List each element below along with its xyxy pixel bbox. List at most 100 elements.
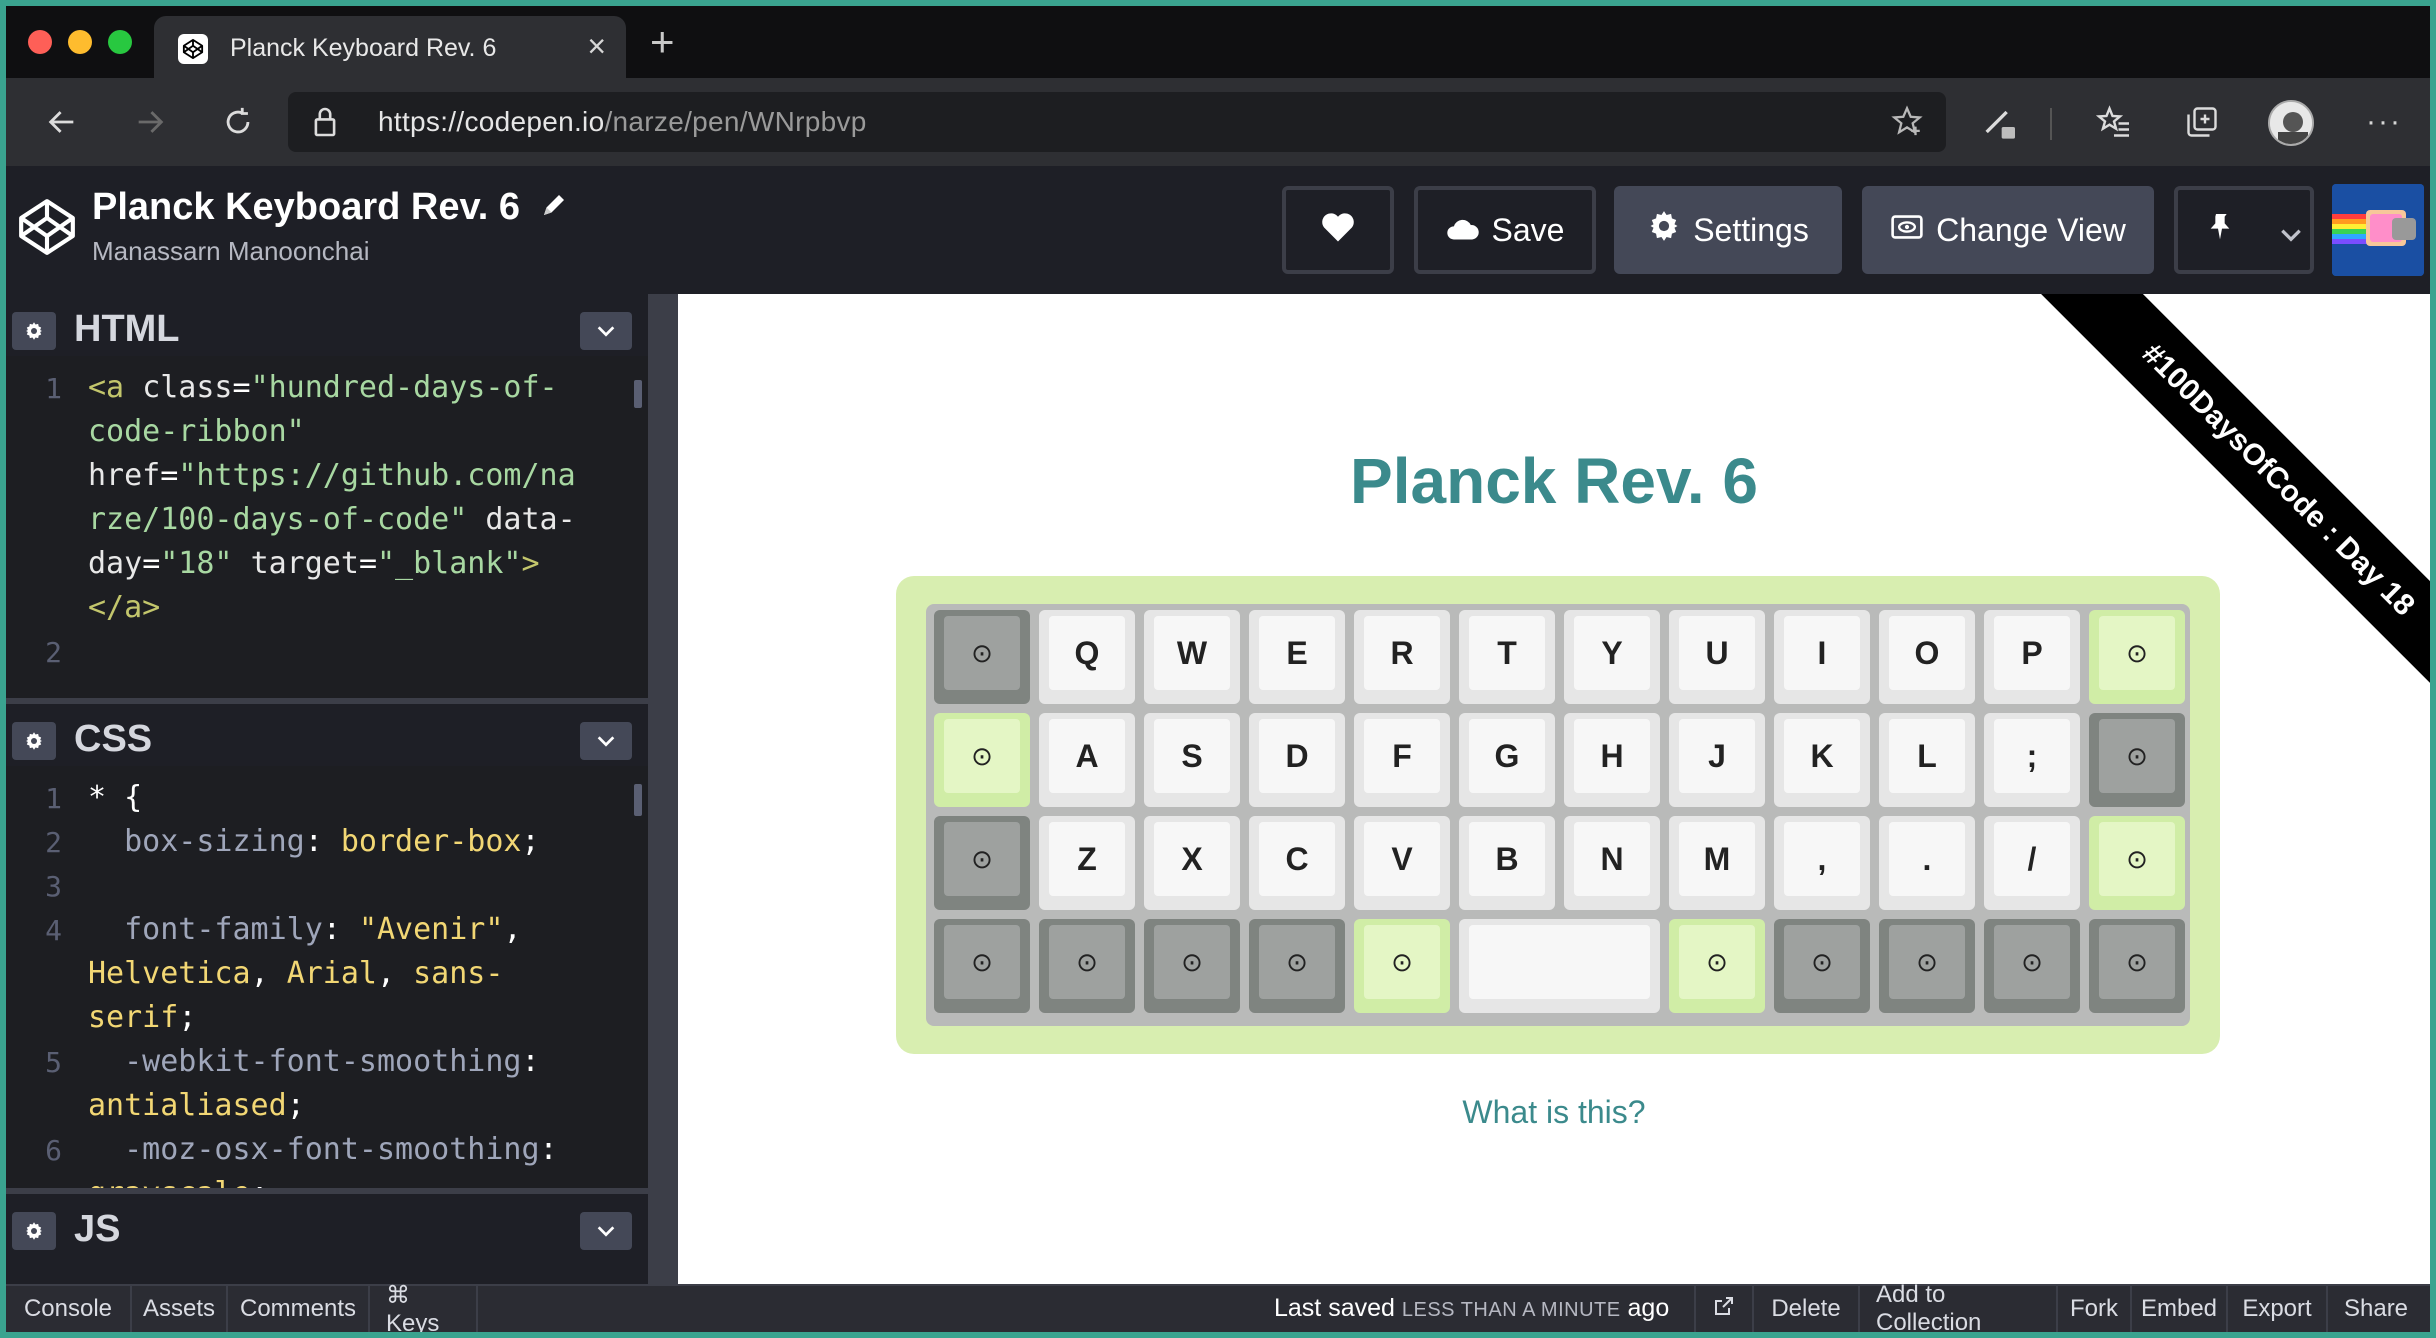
key-/[interactable]: /	[1984, 816, 2080, 910]
key-dot-icon[interactable]: ⊙	[2089, 919, 2185, 1013]
favorite-star-icon[interactable]	[1890, 104, 1924, 143]
keys-button[interactable]: ⌘ Keys	[370, 1282, 478, 1332]
key-W[interactable]: W	[1144, 610, 1240, 704]
key-Y[interactable]: Y	[1564, 610, 1660, 704]
key-dot-icon[interactable]: ⊙	[934, 919, 1030, 1013]
love-button[interactable]	[1282, 186, 1394, 274]
key-T[interactable]: T	[1459, 610, 1555, 704]
codepen-logo-icon[interactable]	[16, 196, 78, 263]
key-O[interactable]: O	[1879, 610, 1975, 704]
key-D[interactable]: D	[1249, 713, 1345, 807]
key-Z[interactable]: Z	[1039, 816, 1135, 910]
html-settings-gear-icon[interactable]	[12, 312, 56, 350]
add-to-collection-button[interactable]: Add to Collection	[1860, 1281, 2058, 1332]
key-dot-icon[interactable]: ⊙	[2089, 610, 2185, 704]
minimize-window-button[interactable]	[68, 30, 92, 54]
codepen-favicon-icon	[178, 34, 208, 64]
css-pane-chevron-down-icon[interactable]	[580, 722, 632, 760]
css-editor-scrollbar[interactable]	[634, 784, 642, 816]
key-dot-icon[interactable]: ⊙	[2089, 816, 2185, 910]
key-P[interactable]: P	[1984, 610, 2080, 704]
js-settings-gear-icon[interactable]	[12, 1212, 56, 1250]
key-J[interactable]: J	[1669, 713, 1765, 807]
key-I[interactable]: I	[1774, 610, 1870, 704]
key-B[interactable]: B	[1459, 816, 1555, 910]
css-pane-header: CSS	[6, 704, 648, 766]
browser-tab[interactable]: Planck Keyboard Rev. 6 ×	[154, 16, 626, 78]
profile-avatar[interactable]	[2268, 100, 2314, 146]
css-settings-gear-icon[interactable]	[12, 722, 56, 760]
comments-button[interactable]: Comments	[228, 1286, 370, 1332]
save-button[interactable]: Save	[1414, 186, 1596, 274]
key-dot-icon[interactable]: ⊙	[934, 713, 1030, 807]
open-external-button[interactable]	[1694, 1286, 1754, 1332]
html-code-editor[interactable]: 1 <a class="hundred-days-of-code-ribbon" h…	[6, 356, 648, 698]
tab-close-icon[interactable]: ×	[587, 28, 606, 64]
pen-title[interactable]: Planck Keyboard Rev. 6	[92, 186, 569, 230]
key-H[interactable]: H	[1564, 713, 1660, 807]
css-code-editor[interactable]: 1 * {2 box-sizing: border-box; 3 4 font-fam…	[6, 766, 648, 1188]
key-E[interactable]: E	[1249, 610, 1345, 704]
forward-icon[interactable]	[126, 98, 174, 146]
key-dot-icon[interactable]: ⊙	[1039, 919, 1135, 1013]
tab-bar: Planck Keyboard Rev. 6 × +	[6, 6, 2430, 78]
delete-button[interactable]: Delete	[1754, 1286, 1860, 1332]
key-dot-icon[interactable]: ⊙	[934, 610, 1030, 704]
close-window-button[interactable]	[28, 30, 52, 54]
key-F[interactable]: F	[1354, 713, 1450, 807]
what-is-this-link[interactable]: What is this?	[678, 1094, 2430, 1131]
key-K[interactable]: K	[1774, 713, 1870, 807]
key-dot-icon[interactable]: ⊙	[1249, 919, 1345, 1013]
pin-button[interactable]	[2174, 186, 2314, 274]
reload-icon[interactable]	[214, 98, 262, 146]
key-X[interactable]: X	[1144, 816, 1240, 910]
key-N[interactable]: N	[1564, 816, 1660, 910]
favorites-icon[interactable]	[2092, 100, 2136, 144]
key-space[interactable]	[1459, 919, 1660, 1013]
key-,[interactable]: ,	[1774, 816, 1870, 910]
key-R[interactable]: R	[1354, 610, 1450, 704]
js-pane-chevron-down-icon[interactable]	[580, 1212, 632, 1250]
key-dot-icon[interactable]: ⊙	[1354, 919, 1450, 1013]
assets-button[interactable]: Assets	[132, 1286, 228, 1332]
key-G[interactable]: G	[1459, 713, 1555, 807]
back-icon[interactable]	[38, 98, 86, 146]
new-tab-button[interactable]: +	[650, 20, 675, 64]
key-C[interactable]: C	[1249, 816, 1345, 910]
editor-resize-handle[interactable]	[648, 294, 678, 1284]
export-button[interactable]: Export	[2228, 1286, 2328, 1332]
collections-icon[interactable]	[2180, 100, 2224, 144]
console-button[interactable]: Console	[6, 1286, 132, 1332]
key-A[interactable]: A	[1039, 713, 1135, 807]
key-U[interactable]: U	[1669, 610, 1765, 704]
key-V[interactable]: V	[1354, 816, 1450, 910]
key-dot-icon[interactable]: ⊙	[1669, 919, 1765, 1013]
pen-author[interactable]: Manassarn Manoonchai	[92, 236, 370, 267]
change-view-button[interactable]: Change View	[1862, 186, 2154, 274]
key-dot-icon[interactable]: ⊙	[934, 816, 1030, 910]
html-pane-chevron-down-icon[interactable]	[580, 312, 632, 350]
key-dot-icon[interactable]: ⊙	[2089, 713, 2185, 807]
key-dot-icon[interactable]: ⊙	[1984, 919, 2080, 1013]
key-dot-icon[interactable]: ⊙	[1144, 919, 1240, 1013]
fork-button[interactable]: Fork	[2058, 1286, 2132, 1332]
embed-button[interactable]: Embed	[2132, 1286, 2228, 1332]
more-options-icon[interactable]: ···	[2362, 100, 2406, 144]
key-S[interactable]: S	[1144, 713, 1240, 807]
key-dot-icon[interactable]: ⊙	[1879, 919, 1975, 1013]
key-;[interactable]: ;	[1984, 713, 2080, 807]
edit-pencil-icon[interactable]	[539, 187, 569, 230]
key-dot-icon[interactable]: ⊙	[1774, 919, 1870, 1013]
maximize-window-button[interactable]	[108, 30, 132, 54]
chevron-down-icon[interactable]	[2278, 216, 2304, 253]
key-L[interactable]: L	[1879, 713, 1975, 807]
settings-button[interactable]: Settings	[1614, 186, 1842, 274]
user-avatar[interactable]	[2332, 184, 2424, 276]
key-Q[interactable]: Q	[1039, 610, 1135, 704]
key-.[interactable]: .	[1879, 816, 1975, 910]
url-bar[interactable]: https://codepen.io/narze/pen/WNrpbvp	[288, 92, 1946, 152]
share-button[interactable]: Share	[2328, 1286, 2424, 1332]
key-M[interactable]: M	[1669, 816, 1765, 910]
html-editor-scrollbar[interactable]	[634, 380, 642, 408]
pen-extension-icon[interactable]	[1978, 100, 2022, 144]
